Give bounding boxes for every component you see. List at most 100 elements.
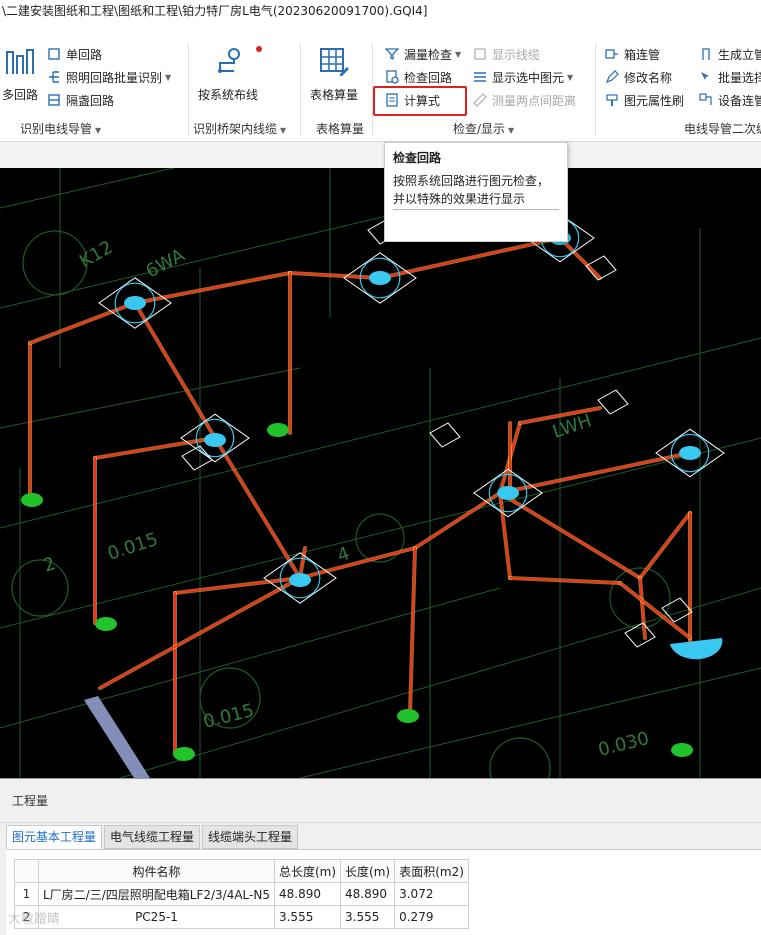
cable-tray	[84, 696, 150, 778]
background-line	[0, 168, 176, 209]
drawing-canvas[interactable]: K12 6WA 0.015 0.015 0.030 2 4 LWH	[0, 168, 761, 778]
row-index: 1	[14, 882, 39, 906]
column-header[interactable]: 构件名称	[38, 859, 275, 883]
quantity-table: 构件名称 总长度(m) 长度(m) 表面积(m2) 1 L厂房二/三/四层照明配…	[14, 859, 470, 929]
rename-button[interactable]: 修改名称	[604, 67, 672, 87]
watermark: 大敏蹭睛	[8, 912, 61, 927]
batch-lighting-circuit-button[interactable]: 照明回路批量识别 ▼	[46, 67, 171, 87]
group-label-tray-cable[interactable]: 识别桥架内线缆 ▼	[193, 120, 286, 137]
funnel-icon	[384, 46, 400, 62]
check-circuit-icon	[384, 69, 400, 85]
notification-dot	[256, 46, 262, 52]
table-icon	[316, 44, 352, 80]
circuit-path	[499, 492, 511, 579]
column-header[interactable]: 总长度(m)	[273, 859, 342, 883]
group-divider	[300, 44, 301, 136]
circuit-path	[29, 302, 136, 344]
box-connect-button[interactable]: 箱连管	[604, 44, 660, 64]
tab-cable-end-quantity[interactable]: 线缆端头工程量	[202, 825, 299, 849]
measure-distance-label: 测量两点间距离	[492, 93, 577, 108]
multi-circuit-label: 多回路	[2, 88, 39, 102]
system-routing-icon	[210, 44, 246, 80]
table-row[interactable]: 1 L厂房二/三/四层照明配电箱LF2/3/4AL-N5 48.890 48.8…	[14, 882, 470, 906]
chevron-down-icon: ▼	[455, 49, 462, 59]
check-circuit-tooltip: 检查回路 按照系统回路进行图元检查，并以特殊的效果进行显示	[384, 142, 568, 242]
background-circle	[489, 737, 551, 778]
background-line	[0, 367, 301, 429]
chevron-down-icon: ▼	[280, 126, 287, 135]
area-cell: 0.279	[394, 905, 470, 929]
component-name-cell: L厂房二/三/四层照明配电箱LF2/3/4AL-N5	[38, 882, 275, 906]
quantity-table-area: 构件名称 总长度(m) 长度(m) 表面积(m2) 1 L厂房二/三/四层照明配…	[6, 849, 761, 935]
ruler-icon	[472, 92, 488, 108]
missing-check-button[interactable]: 漏量检查 ▼	[384, 44, 461, 64]
cad-drawing[interactable]: K12 6WA0.0150.0150.0302 4LWH	[0, 168, 761, 778]
system-routing-button[interactable]: 按系统布线	[198, 44, 258, 103]
component-name-cell: PC25-1	[38, 905, 275, 929]
junction-box	[429, 422, 461, 448]
background-line	[0, 337, 761, 529]
box-connect-label: 箱连管	[624, 47, 661, 62]
tooltip-divider	[393, 209, 559, 210]
branch-icon	[46, 69, 62, 85]
circuit-endpoint-node	[173, 747, 195, 761]
multi-circuit-icon	[2, 44, 38, 80]
device-connect-button[interactable]: 设备连管	[698, 90, 761, 110]
show-cable-button[interactable]: 显示线缆	[472, 44, 540, 64]
length-cell: 48.890	[340, 882, 396, 906]
check-circuit-label: 检查回路	[404, 70, 453, 85]
circuit-path	[214, 437, 301, 579]
show-selected-icon	[472, 69, 488, 85]
circuit-endpoint-node	[95, 617, 117, 631]
property-brush-label: 图元属性刷	[624, 93, 685, 108]
batch-select-icon	[698, 69, 714, 85]
background-line	[299, 667, 761, 778]
quantity-panel: 工程量 图元基本工程量 电气线缆工程量 线缆端头工程量 构件名称 总长度(m) …	[0, 778, 761, 935]
junction-box	[597, 389, 629, 415]
circuit-endpoint-node	[397, 709, 419, 723]
box-connect-icon	[604, 46, 620, 62]
circuit-path	[134, 302, 216, 439]
circuit-endpoint-node	[21, 493, 43, 507]
single-circuit-button[interactable]: 单回路	[46, 44, 102, 64]
circuit-endpoint-node	[267, 423, 289, 437]
device-connect-icon	[698, 92, 714, 108]
batch-lighting-circuit-label: 照明回路批量识别	[66, 70, 163, 85]
chevron-down-icon: ▼	[95, 126, 102, 135]
system-routing-label: 按系统布线	[198, 88, 259, 102]
table-row[interactable]: 2 PC25-1 3.555 3.555 0.279	[14, 905, 470, 929]
quantity-panel-title: 工程量	[0, 779, 761, 823]
circuit-endpoint-node	[671, 743, 693, 757]
group-divider	[188, 44, 189, 136]
tab-basic-quantity[interactable]: 图元基本工程量	[6, 825, 103, 849]
group-label-check-display[interactable]: 检查/显示 ▼	[453, 120, 514, 137]
show-cable-icon	[472, 46, 488, 62]
index-column-header	[14, 859, 39, 883]
ribbon: 多回路 单回路 照明回路批量识别 ▼ 隔盏回路 识别电线导管 ▼ 按系统布线 识别…	[0, 24, 761, 142]
batch-select-label: 批量选择	[718, 70, 761, 85]
group-label-identify-conduit[interactable]: 识别电线导管 ▼	[20, 120, 101, 137]
measure-distance-button[interactable]: 测量两点间距离	[472, 90, 576, 110]
drawing-label: 6WA	[142, 244, 188, 282]
table-quantity-button[interactable]: 表格算量	[310, 44, 358, 103]
property-brush-button[interactable]: 图元属性刷	[604, 90, 684, 110]
separated-circuit-button[interactable]: 隔盏回路	[46, 90, 114, 110]
area-cell: 3.072	[394, 882, 470, 906]
show-selected-button[interactable]: 显示选中图元 ▼	[472, 67, 573, 87]
check-circuit-button[interactable]: 检查回路	[384, 67, 452, 87]
single-circuit-icon	[46, 46, 62, 62]
tab-cable-quantity[interactable]: 电气线缆工程量	[104, 825, 201, 849]
table-header-row: 构件名称 总长度(m) 长度(m) 表面积(m2)	[14, 859, 470, 883]
generate-riser-button[interactable]: 生成立管	[698, 44, 761, 64]
chevron-down-icon: ▼	[508, 126, 515, 135]
multi-circuit-button[interactable]: 多回路	[2, 44, 38, 103]
column-header[interactable]: 长度(m)	[340, 859, 396, 883]
chevron-down-icon: ▼	[165, 72, 172, 82]
circuit-path	[639, 512, 691, 579]
column-header[interactable]: 表面积(m2)	[394, 859, 470, 883]
background-circle	[22, 230, 88, 296]
separated-circuit-label: 隔盏回路	[66, 93, 115, 108]
batch-select-button[interactable]: 批量选择	[698, 67, 761, 87]
window-title: \二建安装图纸和工程\图纸和工程\铂力特厂房L电气(20230620091700…	[0, 0, 761, 24]
rename-icon	[604, 69, 620, 85]
